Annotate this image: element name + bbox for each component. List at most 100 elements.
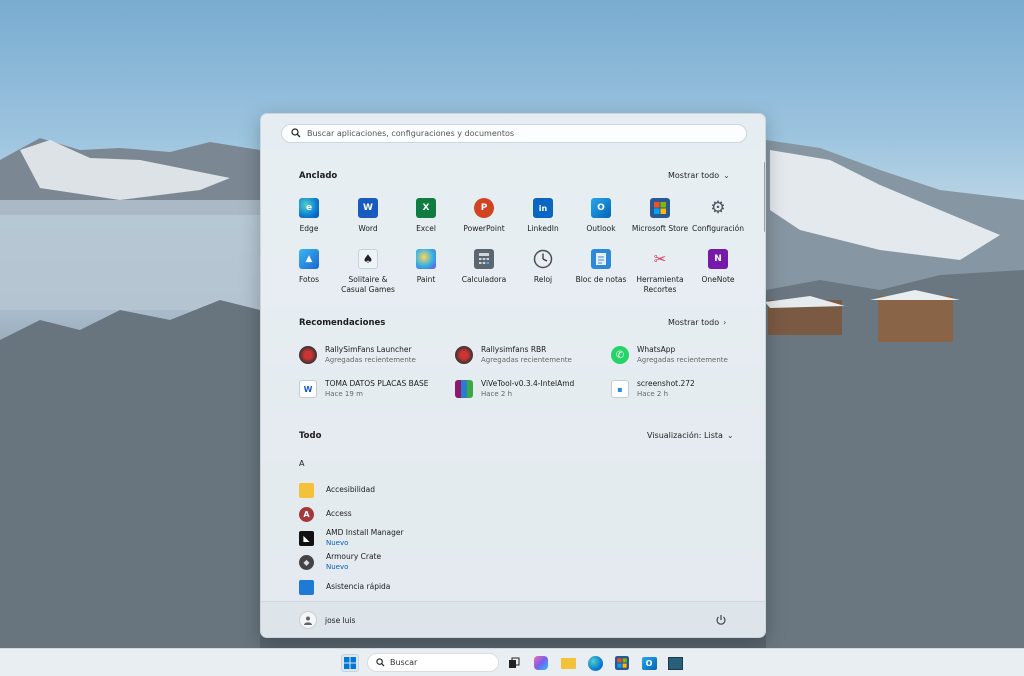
taskbar-edge[interactable] bbox=[586, 654, 604, 672]
letter-header[interactable]: A bbox=[299, 459, 304, 468]
linkedin-icon: in bbox=[533, 198, 553, 218]
app-label: Configuración bbox=[691, 224, 745, 233]
app-label: Excel bbox=[416, 224, 436, 233]
recommended-item[interactable]: RallySimFans Launcher Agregadas recientem… bbox=[299, 343, 449, 367]
start-footer: jose luis bbox=[261, 601, 765, 637]
edge-icon bbox=[587, 655, 603, 671]
scrollbar[interactable] bbox=[764, 162, 765, 232]
start-search-input[interactable]: Buscar aplicaciones, configuraciones y d… bbox=[281, 124, 747, 143]
word-icon: W bbox=[358, 198, 378, 218]
app-label: Word bbox=[358, 224, 378, 233]
pinned-show-all-button[interactable]: Mostrar todo ⌄ bbox=[668, 171, 730, 180]
app-label: Solitaire & Casual Games bbox=[341, 275, 395, 294]
rally-icon bbox=[455, 346, 473, 364]
new-badge: Nuevo bbox=[326, 563, 349, 571]
app-label: Reloj bbox=[533, 275, 553, 284]
store-icon bbox=[615, 656, 629, 670]
pinned-app-solitaire[interactable]: ♠ Solitaire & Casual Games bbox=[339, 249, 397, 295]
recommended-item[interactable]: ▪ screenshot.272 Hace 2 h bbox=[611, 377, 761, 401]
rally-icon bbox=[299, 346, 317, 364]
app-label: LinkedIn bbox=[527, 224, 559, 233]
app-label: OneNote bbox=[701, 275, 735, 284]
quick-assist-icon bbox=[299, 579, 314, 595]
gear-icon: ⚙ bbox=[710, 198, 726, 218]
pinned-app-powerpoint[interactable]: P PowerPoint bbox=[455, 198, 513, 234]
recommended-item[interactable]: Rallysimfans RBR Agregadas recientemente bbox=[455, 343, 605, 367]
taskbar-app[interactable] bbox=[666, 654, 684, 672]
chevron-down-icon: ⌄ bbox=[726, 431, 734, 440]
app-label: Bloc de notas bbox=[575, 275, 627, 284]
item-subtitle: Agregadas recientemente bbox=[325, 356, 416, 364]
app-label: Fotos bbox=[298, 275, 320, 284]
recommended-show-all-button[interactable]: Mostrar todo › bbox=[668, 318, 726, 327]
item-title: WhatsApp bbox=[637, 345, 676, 354]
taskbar-outlook[interactable]: O bbox=[640, 654, 658, 672]
item-title: Rallysimfans RBR bbox=[481, 345, 547, 354]
item-title: TOMA DATOS PLACAS BASE bbox=[325, 379, 429, 388]
pinned-app-word[interactable]: W Word bbox=[339, 198, 397, 234]
recommended-title: Recomendaciones bbox=[299, 318, 386, 328]
cards-icon: ♠ bbox=[358, 249, 378, 269]
recommended-item[interactable]: ✆ WhatsApp Agregadas recientemente bbox=[611, 343, 761, 367]
app-list-item[interactable]: Accesibilidad bbox=[299, 480, 375, 500]
app-list-item[interactable]: Asistencia rápida bbox=[299, 577, 390, 597]
app-list-item[interactable]: ◣ AMD Install Manager Nuevo bbox=[299, 528, 404, 548]
start-menu: Buscar aplicaciones, configuraciones y d… bbox=[260, 113, 766, 638]
taskbar-copilot[interactable] bbox=[532, 654, 550, 672]
taskbar-store[interactable] bbox=[613, 654, 631, 672]
app-label: Herramienta Recortes bbox=[636, 275, 684, 294]
app-label: Edge bbox=[299, 224, 319, 233]
pinned-app-photos[interactable]: ▲ Fotos bbox=[280, 249, 338, 285]
item-title: Access bbox=[326, 509, 352, 518]
item-title: screenshot.272 bbox=[637, 379, 695, 388]
pinned-app-store[interactable]: Microsoft Store bbox=[631, 198, 689, 234]
notepad-icon bbox=[591, 249, 611, 269]
power-icon bbox=[716, 615, 726, 625]
start-button[interactable] bbox=[341, 654, 359, 672]
item-subtitle: Hace 2 h bbox=[481, 390, 513, 398]
edge-icon: e bbox=[299, 198, 319, 218]
image-file-icon: ▪ bbox=[611, 380, 629, 398]
taskbar: Buscar O bbox=[0, 648, 1024, 676]
item-title: AMD Install Manager bbox=[326, 528, 404, 537]
view-mode-dropdown[interactable]: Visualización: Lista ⌄ bbox=[647, 431, 734, 440]
app-list-item[interactable]: A Access bbox=[299, 504, 352, 524]
user-account-button[interactable]: jose luis bbox=[299, 611, 355, 629]
clock-icon bbox=[533, 249, 553, 269]
pinned-app-paint[interactable]: Paint bbox=[397, 249, 455, 285]
pinned-app-clock[interactable]: Reloj bbox=[514, 249, 572, 285]
pinned-app-snipping-tool[interactable]: ✂ Herramienta Recortes bbox=[631, 249, 689, 295]
pinned-app-excel[interactable]: X Excel bbox=[397, 198, 455, 234]
item-title: Asistencia rápida bbox=[326, 582, 391, 591]
recommended-item[interactable]: W TOMA DATOS PLACAS BASE Hace 19 m bbox=[299, 377, 449, 401]
access-icon: A bbox=[299, 506, 314, 522]
power-button[interactable] bbox=[715, 614, 727, 628]
pinned-app-onenote[interactable]: N OneNote bbox=[689, 249, 747, 285]
taskbar-search[interactable]: Buscar bbox=[367, 653, 499, 672]
pinned-app-notepad[interactable]: Bloc de notas bbox=[572, 249, 630, 285]
outlook-icon: O bbox=[641, 656, 657, 670]
armoury-icon: ◆ bbox=[299, 554, 314, 570]
item-title: RallySimFans Launcher bbox=[325, 345, 412, 354]
app-list-item[interactable]: ◆ Armoury Crate Nuevo bbox=[299, 552, 381, 572]
view-mode-label: Visualización: Lista bbox=[647, 431, 723, 440]
pinned-title: Anclado bbox=[299, 171, 338, 181]
taskbar-search-label: Buscar bbox=[390, 658, 418, 667]
app-label: Calculadora bbox=[461, 275, 507, 284]
recommended-show-all-label: Mostrar todo bbox=[668, 318, 720, 327]
recommended-item[interactable]: ViVeTool-v0.3.4-IntelAmd Hace 2 h bbox=[455, 377, 605, 401]
item-subtitle: Hace 2 h bbox=[637, 390, 669, 398]
taskbar-explorer[interactable] bbox=[559, 654, 577, 672]
chevron-down-icon: ⌄ bbox=[723, 171, 730, 180]
pinned-app-calculator[interactable]: Calculadora bbox=[455, 249, 513, 285]
app-label: Paint bbox=[416, 275, 436, 284]
item-subtitle: Agregadas recientemente bbox=[637, 356, 728, 364]
pinned-app-linkedin[interactable]: in LinkedIn bbox=[514, 198, 572, 234]
app-label: PowerPoint bbox=[463, 224, 505, 233]
pinned-app-outlook[interactable]: O Outlook bbox=[572, 198, 630, 234]
task-view-button[interactable] bbox=[505, 654, 523, 672]
pinned-app-edge[interactable]: e Edge bbox=[280, 198, 338, 234]
pinned-app-settings[interactable]: ⚙ Configuración bbox=[689, 198, 747, 234]
all-apps-title: Todo bbox=[299, 431, 322, 441]
onenote-icon: N bbox=[708, 249, 728, 269]
